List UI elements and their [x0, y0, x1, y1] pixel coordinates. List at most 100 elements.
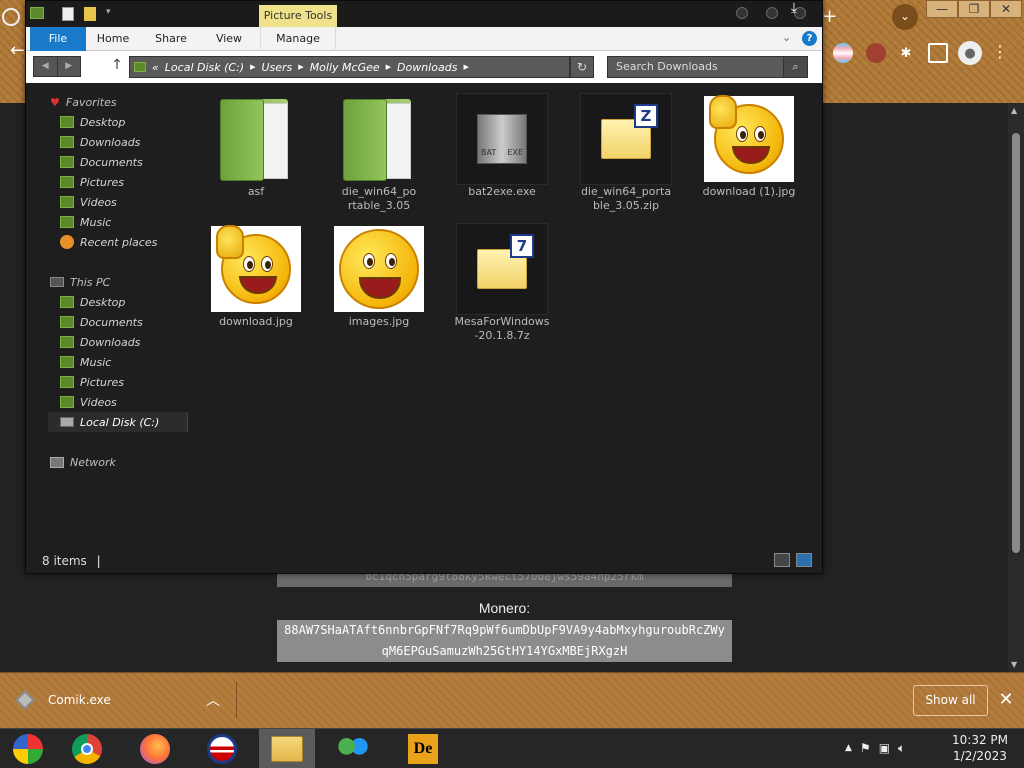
back-arrow-icon[interactable]: ◀: [34, 57, 57, 76]
clock[interactable]: 10:32 PM 1/2/2023: [945, 732, 1015, 766]
details-view-icon[interactable]: [774, 553, 790, 567]
browser-minimize-button[interactable]: —: [926, 0, 958, 18]
up-arrow-icon[interactable]: ↑: [110, 57, 124, 77]
nav-favorites-desktop[interactable]: Desktop: [60, 112, 210, 132]
show-all-button[interactable]: Show all: [913, 685, 988, 716]
browser-close-button[interactable]: ✕: [990, 0, 1022, 18]
clock-date: 1/2/2023: [953, 749, 1007, 763]
file-item-download-jpg[interactable]: download.jpg: [206, 223, 306, 329]
browser-scrollbar[interactable]: [1008, 103, 1024, 672]
close-download-bar-icon[interactable]: ✕: [996, 688, 1016, 712]
clock-time: 10:32 PM: [952, 733, 1008, 747]
nav-favorites-videos[interactable]: Videos: [60, 192, 210, 212]
drive-icon: [60, 417, 74, 427]
network-icon[interactable]: ▣: [879, 741, 890, 755]
taskbar-firefox[interactable]: [127, 729, 183, 768]
nav-favorites-documents[interactable]: Documents: [60, 152, 210, 172]
file-item-bat2exe[interactable]: BAT EXE bat2exe.exe: [452, 93, 552, 199]
nav-favorites-pictures[interactable]: Pictures: [60, 172, 210, 192]
nav-pc-music[interactable]: Music: [60, 352, 210, 372]
breadcrumb-molly-mcgee[interactable]: Molly McGee: [310, 61, 380, 74]
taskbar-app-obama[interactable]: [194, 729, 250, 768]
nav-pc-local-disk[interactable]: Local Disk (C:): [48, 412, 188, 432]
file-item-mesa-7z[interactable]: 7 MesaForWindows-20.1.8.7z: [452, 223, 552, 343]
nav-pc-desktop[interactable]: Desktop: [60, 292, 210, 312]
search-input[interactable]: Search Downloads: [607, 56, 808, 78]
profile-avatar-icon[interactable]: ●: [958, 41, 982, 65]
file-item-images-jpg[interactable]: images.jpg: [329, 223, 429, 329]
breadcrumb-separator-icon[interactable]: ▶: [298, 63, 303, 71]
breadcrumb-separator-icon[interactable]: ▶: [386, 63, 391, 71]
explorer-titlebar[interactable]: ▾ Picture Tools: [26, 1, 822, 27]
nav-favorites-downloads[interactable]: Downloads: [60, 132, 210, 152]
tab-view[interactable]: View: [204, 27, 254, 51]
file-item-asf[interactable]: asf: [206, 93, 306, 199]
music-icon: [60, 356, 74, 368]
network-icon: [50, 456, 64, 468]
tab-home[interactable]: Home: [88, 27, 138, 51]
browser-maximize-button[interactable]: ❐: [958, 0, 990, 18]
tab-search-chevron-icon[interactable]: ⌄: [892, 4, 918, 30]
help-icon[interactable]: ?: [802, 31, 817, 46]
nav-pc-videos[interactable]: Videos: [60, 392, 210, 412]
btc-address-box[interactable]: bc1qch5parg9t88ky5kwect5700ejws59a4np25r…: [277, 573, 732, 587]
folder-icon: [333, 93, 425, 185]
tab-manage[interactable]: Manage: [260, 27, 336, 51]
breadcrumb-users[interactable]: Users: [261, 61, 292, 74]
taskbar-chrome[interactable]: [59, 729, 115, 768]
properties-quick-icon[interactable]: [62, 7, 74, 21]
breadcrumb-local-disk[interactable]: Local Disk (C:): [165, 61, 244, 74]
taskbar-network-app[interactable]: [325, 729, 381, 768]
file-item-die-folder[interactable]: die_win64_portable_3.05: [329, 93, 429, 213]
tab-share[interactable]: Share: [146, 27, 196, 51]
large-icons-view-icon[interactable]: [796, 553, 812, 567]
download-indicator-icon[interactable]: ⤓: [786, 0, 802, 16]
nav-network[interactable]: Network: [50, 452, 200, 472]
new-folder-quick-icon[interactable]: [84, 7, 96, 21]
side-panel-icon[interactable]: [928, 43, 948, 63]
address-bar[interactable]: « Local Disk (C:) ▶ Users ▶ Molly McGee ▶ D…: [129, 56, 570, 78]
file-item-download1-jpg[interactable]: download (1).jpg: [699, 93, 799, 199]
scroll-up-icon[interactable]: ▲: [1011, 106, 1017, 115]
nav-pc-documents[interactable]: Documents: [60, 312, 210, 332]
download-item[interactable]: Comik.exe ︿: [0, 680, 236, 720]
file-item-die-zip[interactable]: Z die_win64_portable_3.05.zip: [576, 93, 676, 213]
nav-pc-pictures[interactable]: Pictures: [60, 372, 210, 392]
refresh-icon[interactable]: ↻: [570, 56, 594, 78]
explorer-maximize-button[interactable]: [766, 7, 778, 19]
nav-pc-downloads[interactable]: Downloads: [60, 332, 210, 352]
breadcrumb-separator-icon[interactable]: ▶: [250, 63, 255, 71]
monero-address-box[interactable]: 88AW7SHaATAft6nnbrGpFNf7Rq9pWf6umDbUpF9V…: [277, 620, 732, 662]
browser-back-arrow-icon[interactable]: ←: [10, 40, 25, 61]
scroll-down-icon[interactable]: ▼: [1011, 660, 1017, 669]
nav-favorites-music[interactable]: Music: [60, 212, 210, 232]
address-overflow[interactable]: «: [152, 61, 159, 74]
taskbar-de-app[interactable]: De: [395, 729, 451, 768]
explorer-minimize-button[interactable]: [736, 7, 748, 19]
download-expand-chevron-icon[interactable]: ︿: [206, 690, 220, 710]
quick-access-dropdown-icon[interactable]: ▾: [106, 7, 111, 17]
extension-avatar-icon[interactable]: [866, 43, 886, 63]
nav-back-forward[interactable]: ◀ ▶: [33, 56, 81, 77]
start-button[interactable]: [0, 729, 56, 768]
nav-favorites-recent[interactable]: Recent places: [60, 232, 210, 252]
downloads-icon: [60, 136, 74, 148]
flag-icon[interactable]: ⚑: [860, 741, 871, 755]
extensions-puzzle-icon[interactable]: ✱: [896, 43, 916, 63]
tab-file[interactable]: File: [30, 27, 86, 51]
tray-expand-icon[interactable]: ▲: [845, 743, 852, 753]
taskbar-file-explorer[interactable]: [259, 729, 315, 768]
nav-favorites[interactable]: ♥ Favorites: [50, 92, 200, 112]
forward-arrow-icon[interactable]: ▶: [56, 57, 81, 76]
breadcrumb-separator-icon[interactable]: ▶: [463, 63, 468, 71]
pictures-icon: [60, 176, 74, 188]
browser-back-circle-icon[interactable]: [2, 8, 20, 26]
breadcrumb-downloads[interactable]: Downloads: [397, 61, 457, 74]
browser-menu-icon[interactable]: ⋮: [992, 42, 1008, 61]
nav-this-pc[interactable]: This PC: [50, 272, 200, 292]
new-tab-plus-icon[interactable]: +: [822, 6, 840, 27]
search-icon[interactable]: ⌕: [783, 56, 808, 78]
profile-flag-icon[interactable]: [833, 43, 853, 63]
ribbon-expand-chevron-icon[interactable]: ⌄: [782, 31, 791, 44]
volume-icon[interactable]: 🔈︎: [898, 741, 905, 756]
